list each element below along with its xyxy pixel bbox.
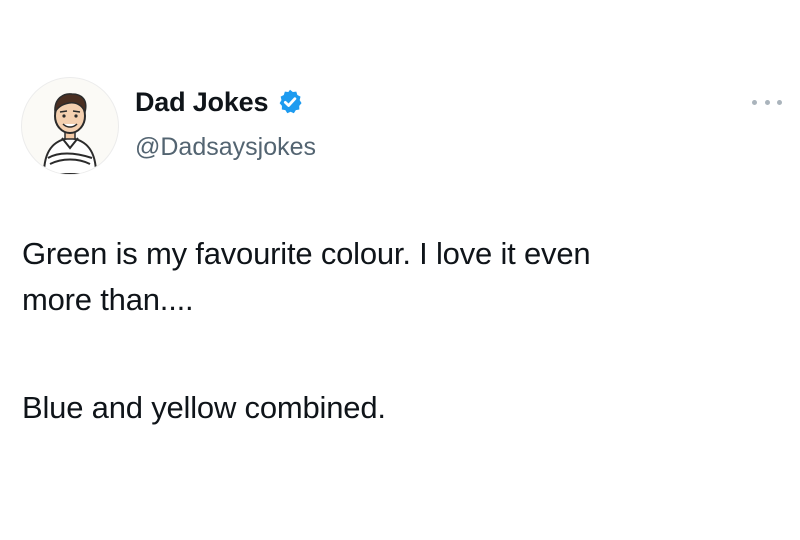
tweet[interactable]: Dad Jokes @Dadsaysjokes Green is my favo…: [0, 0, 800, 540]
verified-badge-icon: [279, 89, 302, 114]
more-dot: [777, 99, 782, 105]
more-horizontal-icon[interactable]: [752, 94, 782, 110]
handle[interactable]: @Dadsaysjokes: [135, 132, 316, 162]
tweet-text-line: Green is my favourite colour. I love it …: [22, 236, 591, 271]
tweet-text-line: Blue and yellow combined.: [22, 390, 386, 425]
author-name-row[interactable]: Dad Jokes: [135, 86, 304, 118]
avatar[interactable]: [21, 77, 119, 175]
more-dot: [752, 99, 757, 105]
more-dot: [764, 99, 770, 105]
display-name[interactable]: Dad Jokes: [135, 86, 268, 118]
dad-cartoon-icon: [42, 93, 98, 174]
tweet-text-line: more than....: [22, 282, 194, 317]
